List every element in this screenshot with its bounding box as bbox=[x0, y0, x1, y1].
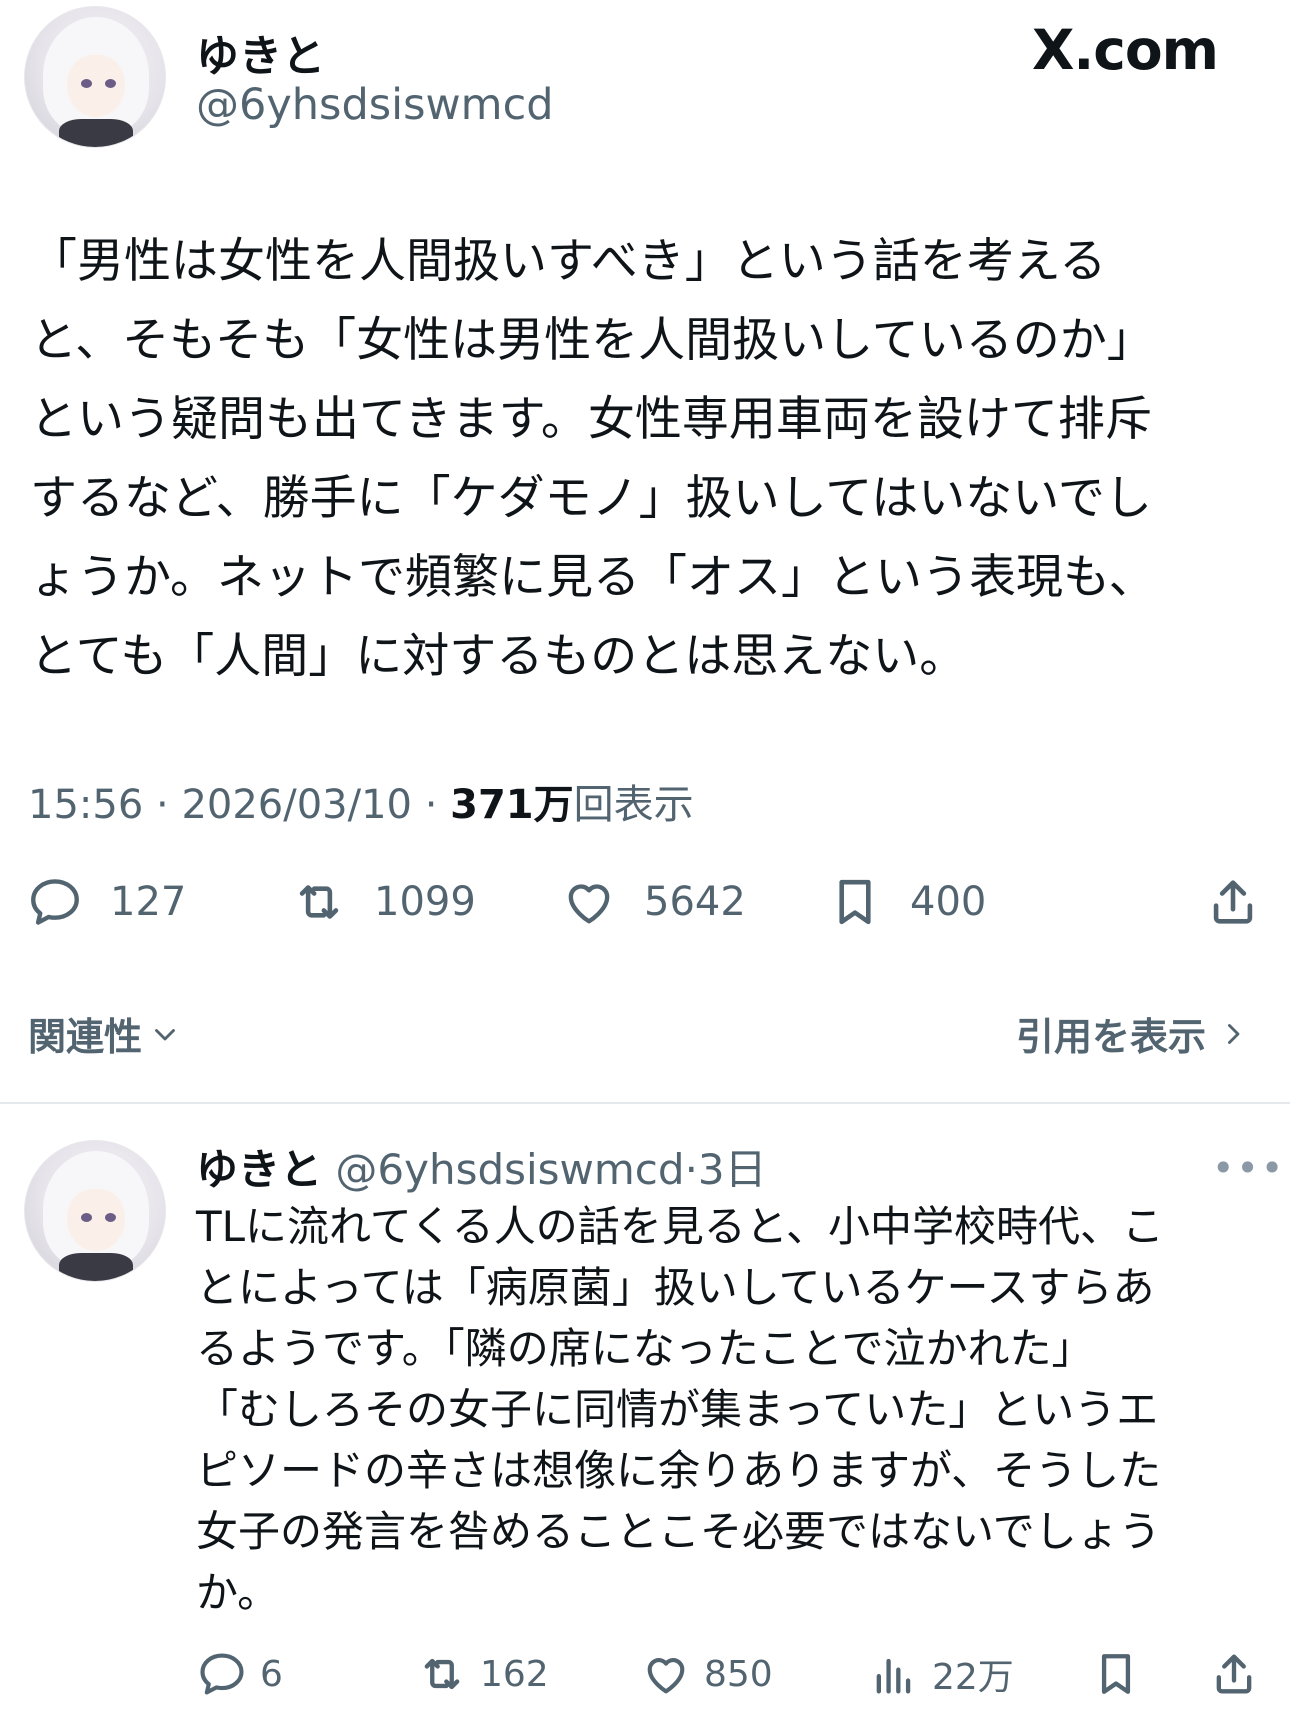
views-icon bbox=[876, 1658, 911, 1694]
reply-display-name[interactable]: ゆきと bbox=[196, 1145, 322, 1194]
view-quotes-link[interactable]: 引用を表示 bbox=[1016, 1006, 1250, 1061]
reply-count: 127 bbox=[110, 879, 187, 925]
bookmark-icon bbox=[1101, 1654, 1131, 1694]
reply-icon bbox=[200, 1653, 244, 1695]
reply-views-button[interactable]: 22万 bbox=[868, 1646, 1014, 1702]
view-quotes-label: 引用を表示 bbox=[1015, 1015, 1206, 1059]
display-name[interactable]: ゆきと bbox=[196, 22, 325, 84]
share-button[interactable] bbox=[1204, 872, 1288, 932]
post-text: 「男性は女性を人間扱いすべき」という話を考える と、そもそも「女性は男性を人間扱… bbox=[30, 234, 1156, 684]
reply-icon bbox=[31, 879, 79, 925]
reply-text: TLに流れてくる人の話を見ると、小中学校時代、こ とによっては「病原菌」扱いして… bbox=[196, 1202, 1165, 1617]
repost-icon bbox=[424, 1658, 460, 1690]
reply-reply-count: 6 bbox=[260, 1653, 283, 1695]
repost-count: 1099 bbox=[374, 879, 476, 925]
reply-like-button[interactable]: 850 bbox=[640, 1646, 773, 1702]
meta-separator: · bbox=[156, 782, 169, 828]
reply-avatar[interactable] bbox=[24, 1140, 166, 1282]
views-count: 371万 bbox=[450, 782, 574, 828]
sort-relevance-dropdown[interactable]: 関連性 bbox=[28, 1006, 182, 1061]
reply-bookmark-button[interactable] bbox=[1090, 1646, 1154, 1702]
reply-reply-button[interactable]: 6 bbox=[196, 1646, 283, 1702]
user-handle[interactable]: @6yhsdsiswmcd bbox=[196, 80, 554, 130]
bookmark-button[interactable]: 400 bbox=[826, 872, 986, 932]
post-date[interactable]: 2026/03/10 bbox=[181, 782, 412, 828]
bookmark-icon bbox=[839, 879, 871, 925]
post-time[interactable]: 15:56 bbox=[28, 782, 143, 828]
reply-share-button[interactable] bbox=[1208, 1646, 1272, 1702]
reply-repost-count: 162 bbox=[480, 1653, 549, 1695]
like-icon bbox=[568, 884, 610, 924]
sort-label: 関連性 bbox=[28, 1015, 143, 1059]
post-meta: 15:56 · 2026/03/10 · 371万回表示 bbox=[28, 772, 694, 830]
share-icon bbox=[1216, 1654, 1252, 1694]
reply-views-count: 22万 bbox=[932, 1657, 1014, 1698]
repost-icon bbox=[299, 885, 339, 919]
chevron-down-icon bbox=[155, 1028, 175, 1040]
chevron-right-icon bbox=[1228, 1023, 1240, 1044]
repost-button[interactable]: 1099 bbox=[290, 872, 476, 932]
avatar[interactable] bbox=[24, 6, 166, 148]
like-icon bbox=[647, 1658, 685, 1694]
x-logo: X.com bbox=[1032, 18, 1219, 82]
reply-handle[interactable]: @6yhsdsiswmcd bbox=[335, 1145, 684, 1194]
reply-like-count: 850 bbox=[704, 1653, 773, 1695]
meta-separator: · bbox=[424, 782, 438, 828]
share-icon bbox=[1213, 880, 1253, 924]
reply-time[interactable]: 3日 bbox=[698, 1145, 767, 1194]
views-label: 回表示 bbox=[573, 782, 694, 828]
divider bbox=[0, 1102, 1290, 1104]
bookmark-count: 400 bbox=[910, 879, 987, 925]
like-count: 5642 bbox=[644, 879, 746, 925]
meta-separator: · bbox=[684, 1145, 698, 1194]
more-options-icon[interactable]: ••• bbox=[1212, 1146, 1285, 1190]
reply-button[interactable]: 127 bbox=[26, 872, 186, 932]
reply-repost-button[interactable]: 162 bbox=[416, 1646, 549, 1702]
reply-header: ゆきと @6yhsdsiswmcd·3日 bbox=[196, 1136, 767, 1197]
like-button[interactable]: 5642 bbox=[560, 872, 746, 932]
